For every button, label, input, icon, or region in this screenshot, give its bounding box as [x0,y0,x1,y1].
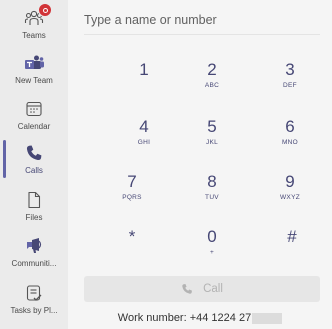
rail-item-label: Calendar [17,122,51,131]
rail-item-label: Tasks by Pl... [10,306,58,315]
files-icon [24,190,44,210]
notification-badge [38,3,52,17]
rail-item-communities[interactable]: Communiti... [0,236,68,282]
dial-key-3[interactable]: 3 DEF [260,60,320,100]
key-letters: TUV [205,194,219,201]
work-number-text: Work number: +44 1224 27 [117,312,252,324]
key-digit: # [287,227,297,246]
key-letters: + [209,249,215,256]
key-digit: * [128,227,136,246]
key-letters: DEF [283,82,297,89]
calendar-icon [24,99,44,119]
key-letters: PQRS [122,194,142,201]
key-digit: 9 [285,172,295,191]
left-rail: Teams New Team Calendar Calls Files Comm… [0,0,68,329]
dial-key-5[interactable]: 5 JKL [182,117,242,157]
dial-key-6[interactable]: 6 MNO [260,117,320,157]
rail-item-calendar[interactable]: Calendar [0,99,68,145]
dial-key-4[interactable]: 4 GHI [114,117,174,157]
rail-item-label: Files [25,213,43,222]
key-letters: MNO [281,139,299,146]
key-letters: JKL [205,139,219,146]
search-input[interactable]: Type a name or number [84,6,320,35]
tasks-icon [24,283,44,303]
key-digit: 8 [207,172,217,191]
key-letters: ABC [204,82,220,89]
dial-pad-panel: Type a name or number 1 2 ABC 3 DEF 4 GH… [68,0,332,329]
dial-key-2[interactable]: 2 ABC [182,60,242,100]
key-letters: GHI [137,139,151,146]
calls-icon [24,143,44,163]
teams-icon [24,3,52,28]
communities-icon [24,236,44,256]
key-digit: 5 [207,117,217,136]
teams-calls-app: Teams New Team Calendar Calls Files Comm… [0,0,332,329]
search-placeholder: Type a name or number [84,13,217,27]
rail-item-files[interactable]: Files [0,190,68,236]
key-digit: 2 [207,60,217,79]
rail-item-tasks[interactable]: Tasks by Pl... [0,283,68,329]
dial-key-star[interactable]: * [102,227,162,267]
dial-key-7[interactable]: 7 PQRS [102,172,162,212]
rail-item-label: Communiti... [11,259,57,268]
key-digit: 0 [207,227,217,246]
rail-item-calls[interactable]: Calls [0,143,68,189]
dial-key-1[interactable]: 1 [114,60,174,100]
key-digit: 1 [139,60,149,79]
dial-key-hash[interactable]: # [262,227,322,267]
rail-item-label: Teams [22,31,46,40]
key-digit: 6 [285,117,295,136]
key-digit: 7 [127,172,137,191]
phone-icon [181,283,193,295]
redacted-digits [252,312,283,324]
rail-item-new-team[interactable]: New Team [0,53,68,99]
call-button[interactable]: Call [84,276,320,302]
dial-key-9[interactable]: 9 WXYZ [260,172,320,212]
rail-item-teams[interactable]: Teams [0,3,68,54]
call-button-label: Call [203,283,223,295]
dial-key-8[interactable]: 8 TUV [182,172,242,212]
dial-key-0[interactable]: 0 + [182,227,242,267]
key-letters: WXYZ [280,194,300,201]
work-number: Work number: +44 1224 27 [68,312,332,324]
new-team-icon [24,53,44,73]
rail-item-label: Calls [25,166,43,175]
rail-item-label: New Team [15,76,53,85]
key-digit: 4 [139,117,149,136]
key-digit: 3 [285,60,295,79]
